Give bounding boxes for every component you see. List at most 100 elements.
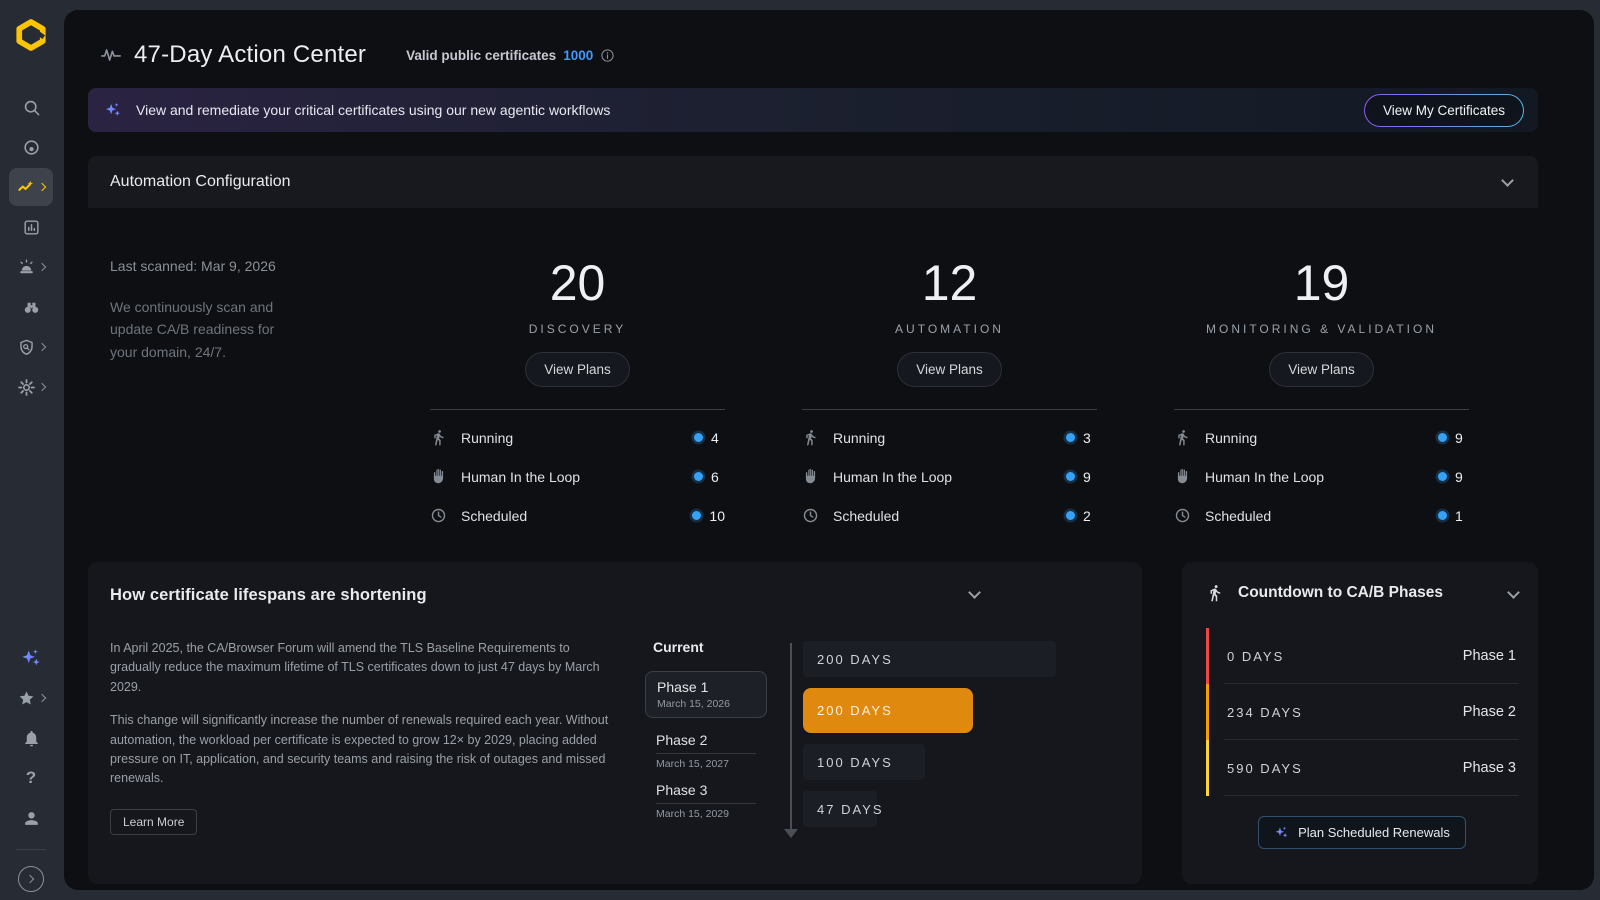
chevron-down-icon[interactable] — [1507, 586, 1520, 599]
stat-column-monitoring: 19 MONITORING & VALIDATION View Plans Ru… — [1174, 258, 1469, 544]
phase-item[interactable]: Phase 3 March 15, 2029 — [645, 778, 767, 820]
countdown-phase: Phase 2 — [1463, 704, 1516, 720]
stat-value: 12 — [922, 258, 978, 308]
status-dot — [1438, 433, 1447, 442]
row-count: 9 — [1455, 469, 1469, 485]
paragraph: This change will significantly increase … — [110, 711, 615, 789]
arrow-down-icon — [784, 829, 798, 838]
target-icon — [22, 138, 41, 157]
search-icon — [22, 98, 41, 117]
view-my-certificates-button[interactable]: View My Certificates — [1364, 94, 1524, 127]
countdown-header[interactable]: Countdown to CA/B Phases — [1206, 584, 1518, 602]
running-row: Running 3 — [802, 418, 1097, 457]
sidebar-item-help[interactable]: ? — [9, 759, 53, 797]
app-logo[interactable] — [14, 18, 48, 52]
scheduled-row: Scheduled 2 — [802, 496, 1097, 535]
row-label: Human In the Loop — [461, 469, 580, 485]
chevron-right-icon — [38, 263, 46, 271]
status-dot — [1066, 433, 1075, 442]
human-in-loop-row: Human In the Loop 6 — [430, 457, 725, 496]
phase-date: March 15, 2027 — [656, 758, 756, 770]
runner-icon — [802, 429, 819, 446]
phase-item[interactable]: Phase 2 March 15, 2027 — [645, 728, 767, 770]
button-label: Plan Scheduled Renewals — [1298, 825, 1450, 840]
lifespan-bar-highlighted: 200 DAYS — [803, 688, 973, 733]
row-count: 9 — [1455, 430, 1469, 446]
sidebar-item-inspect[interactable] — [9, 328, 53, 366]
chevron-right-icon — [38, 383, 46, 391]
main-container: 47-Day Action Center Valid public certif… — [64, 10, 1594, 890]
sidebar-item-detect[interactable] — [9, 128, 53, 166]
row-count: 6 — [711, 469, 725, 485]
countdown-days: 0 DAYS — [1227, 649, 1284, 664]
plan-scheduled-renewals-button[interactable]: Plan Scheduled Renewals — [1258, 816, 1466, 849]
gear-icon — [17, 378, 36, 397]
row-count: 2 — [1083, 508, 1097, 524]
sidebar-item-ai-assistant[interactable] — [9, 639, 53, 677]
page-title: 47-Day Action Center — [134, 41, 366, 69]
sidebar-item-automation[interactable] — [9, 168, 53, 206]
person-icon — [22, 809, 41, 828]
row-count: 9 — [1083, 469, 1097, 485]
lifespan-bars: 200 DAYS 200 DAYS 100 DAYS 47 DAYS — [803, 639, 1120, 838]
panel-title: Countdown to CA/B Phases — [1238, 584, 1443, 602]
view-plans-button[interactable]: View Plans — [897, 352, 1002, 387]
phase-date: March 15, 2026 — [657, 698, 755, 710]
binoculars-icon — [22, 298, 41, 317]
row-label: Human In the Loop — [833, 469, 952, 485]
stat-column-automation: 12 AUTOMATION View Plans Running 3 Human… — [802, 258, 1097, 544]
lifespan-bar: 100 DAYS — [803, 744, 925, 780]
lifespan-bar: 47 DAYS — [803, 791, 877, 827]
row-label: Scheduled — [833, 508, 899, 524]
sidebar-item-discovery[interactable] — [9, 288, 53, 326]
status-dot — [694, 472, 703, 481]
sidebar-item-notifications[interactable] — [9, 719, 53, 757]
sidebar-item-reports[interactable] — [9, 208, 53, 246]
view-plans-button[interactable]: View Plans — [1269, 352, 1374, 387]
phase-name: Phase 2 — [656, 732, 756, 754]
sidebar-item-account[interactable] — [9, 799, 53, 837]
stat-value: 20 — [550, 258, 606, 308]
phase-item-selected[interactable]: Phase 1 March 15, 2026 — [645, 671, 767, 718]
automation-configuration-header[interactable]: Automation Configuration — [88, 156, 1538, 208]
lifespans-description: In April 2025, the CA/Browser Forum will… — [110, 639, 615, 838]
sidebar-item-settings[interactable] — [9, 368, 53, 406]
row-label: Scheduled — [461, 508, 527, 524]
countdown-row: 234 DAYS Phase 2 — [1206, 684, 1518, 740]
chevron-right-icon — [26, 875, 34, 883]
pulse-icon — [100, 44, 122, 66]
view-plans-button[interactable]: View Plans — [525, 352, 630, 387]
sidebar-expand-button[interactable] — [9, 860, 53, 898]
banner-text: View and remediate your critical certifi… — [136, 102, 610, 118]
status-dot — [692, 511, 701, 520]
phase-name: Phase 3 — [656, 782, 756, 804]
cert-count-link[interactable]: 1000 — [563, 48, 593, 63]
countdown-days: 234 DAYS — [1227, 705, 1303, 720]
learn-more-button[interactable]: Learn More — [110, 809, 197, 835]
stat-rows: Running 4 Human In the Loop 6 Scheduled … — [430, 409, 725, 535]
stat-value: 19 — [1294, 258, 1350, 308]
shield-search-icon — [17, 338, 36, 357]
running-row: Running 9 — [1174, 418, 1469, 457]
sidebar-item-alerts[interactable] — [9, 248, 53, 286]
sidebar-item-favorites[interactable] — [9, 679, 53, 717]
hand-icon — [802, 468, 819, 485]
scheduled-row: Scheduled 1 — [1174, 496, 1469, 535]
countdown-row: 590 DAYS Phase 3 — [1206, 740, 1518, 796]
info-icon[interactable] — [600, 48, 615, 63]
lifespans-panel: How certificate lifespans are shortening… — [88, 562, 1142, 884]
stat-rows: Running 3 Human In the Loop 9 Scheduled … — [802, 409, 1097, 535]
sidebar-item-search[interactable] — [9, 88, 53, 126]
clock-icon — [430, 507, 447, 524]
chevron-right-icon — [38, 183, 46, 191]
page-header: 47-Day Action Center Valid public certif… — [88, 38, 1538, 72]
sparkles-icon — [104, 101, 122, 119]
countdown-phase: Phase 3 — [1463, 760, 1516, 776]
chevron-right-icon — [38, 343, 46, 351]
runner-icon — [1174, 429, 1191, 446]
status-dot — [1066, 511, 1075, 520]
chevron-down-icon[interactable] — [1501, 174, 1514, 187]
phase-name: Phase 1 — [657, 679, 755, 695]
cert-label: Valid public certificates — [406, 48, 556, 63]
sidebar: ? — [0, 0, 62, 900]
